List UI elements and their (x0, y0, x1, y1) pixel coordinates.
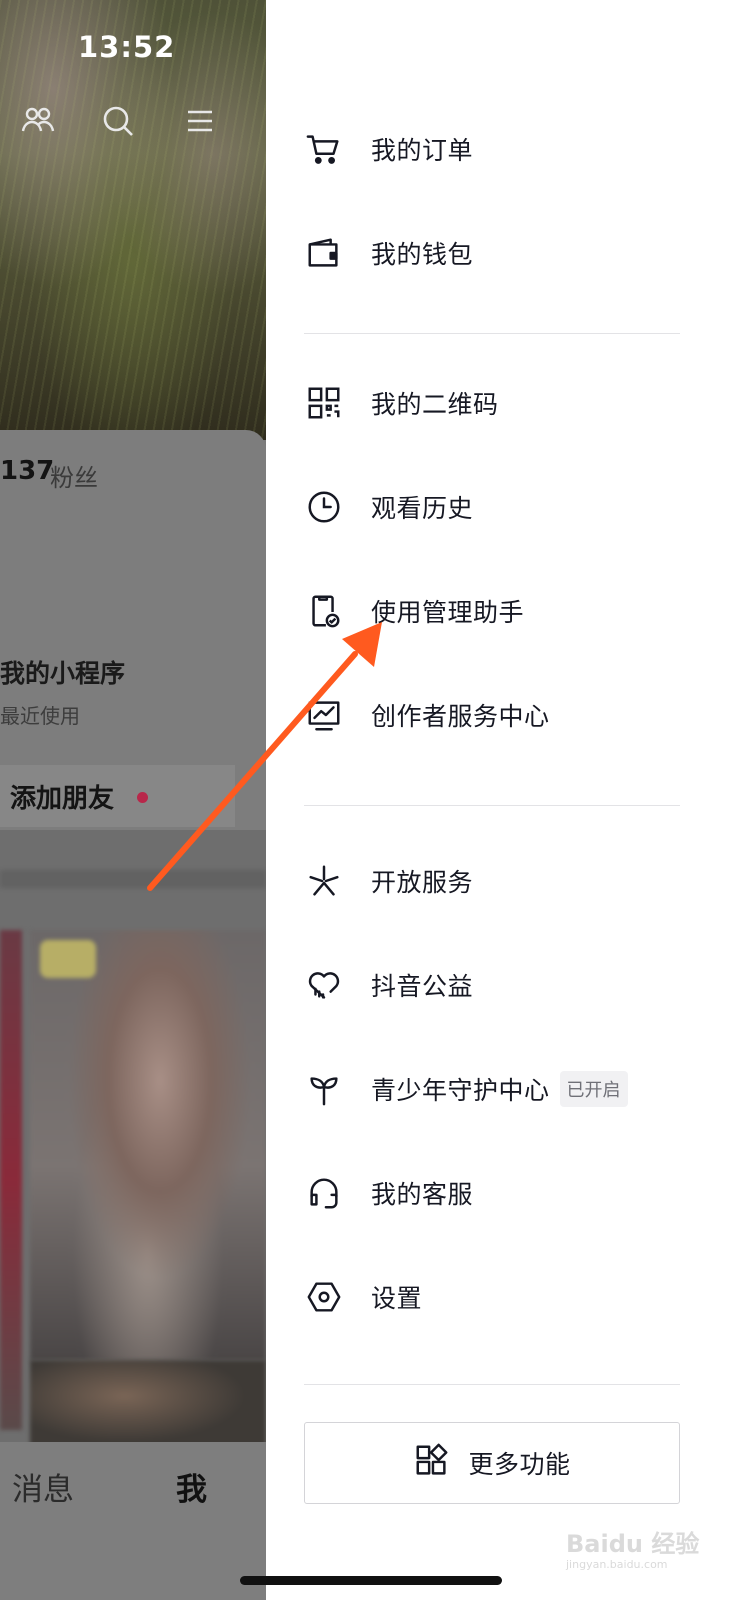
menu-item-wallet[interactable]: 我的钱包 (304, 218, 704, 288)
wallet-icon (304, 233, 344, 273)
friends-icon[interactable] (18, 101, 58, 141)
more-features-button[interactable]: 更多功能 (304, 1422, 680, 1504)
menu-item-label: 使用管理助手 (371, 598, 525, 627)
apps-grid-icon (413, 1442, 451, 1484)
menu-icon[interactable] (180, 101, 220, 141)
menu-item-usage-manager[interactable]: 使用管理助手 (304, 576, 704, 646)
bottom-tab-bar: 消息 我 (0, 1442, 266, 1600)
menu-item-qr-code[interactable]: 我的二维码 (304, 368, 704, 438)
status-bar-time: 13:52 (78, 30, 176, 64)
notification-dot (137, 792, 148, 803)
side-drawer-menu: 我的订单 我的钱包 我的二维码 观看历史 使用管理助手 创作者服务中心 开放服务… (266, 0, 739, 1600)
menu-item-customer-service[interactable]: 我的客服 (304, 1158, 704, 1228)
fans-count: 137 (0, 456, 55, 486)
cart-icon (304, 129, 344, 169)
fans-label: 粉丝 (50, 464, 98, 492)
profile-cover-photo (0, 0, 266, 440)
menu-item-charity[interactable]: 抖音公益 (304, 950, 704, 1020)
charity-heart-icon (304, 965, 344, 1005)
watermark: Baidu 经验 (566, 1530, 700, 1558)
menu-item-open-services[interactable]: 开放服务 (304, 846, 704, 916)
more-features-label: 更多功能 (468, 1450, 571, 1479)
menu-item-watch-history[interactable]: 观看历史 (304, 472, 704, 542)
menu-item-label: 设置 (371, 1284, 423, 1313)
menu-item-label: 青少年守护中心 (371, 1076, 550, 1105)
creator-chart-icon (304, 695, 344, 735)
divider (304, 333, 680, 334)
menu-item-label: 我的二维码 (371, 390, 499, 419)
mini-programs-title[interactable]: 我的小程序 (0, 654, 125, 690)
mini-programs-subtitle: 最近使用 (0, 704, 80, 728)
menu-item-creator-center[interactable]: 创作者服务中心 (304, 680, 704, 750)
divider (304, 1384, 680, 1385)
headset-icon (304, 1173, 344, 1213)
clock-icon (304, 487, 344, 527)
menu-item-label: 我的钱包 (371, 240, 474, 269)
settings-hex-icon (304, 1277, 344, 1317)
menu-item-settings[interactable]: 设置 (304, 1262, 704, 1332)
status-badge: 已开启 (559, 1071, 628, 1107)
add-friend-label: 添加朋友 (10, 784, 115, 814)
open-services-icon (304, 861, 344, 901)
add-friend-button[interactable]: 添加朋友 (0, 765, 235, 827)
home-indicator[interactable] (240, 1576, 502, 1585)
divider (304, 805, 680, 806)
menu-item-label: 创作者服务中心 (371, 702, 550, 731)
background-profile-page[interactable]: 13:52 137 粉丝 我的小程序 最近使用 添加朋友 消息 我 (0, 0, 266, 1600)
menu-item-label: 观看历史 (371, 494, 474, 523)
tab-me[interactable]: 我 (176, 1464, 207, 1509)
sprout-icon (304, 1069, 344, 1109)
video-grid-blurred[interactable] (0, 830, 266, 1442)
qr-code-icon (304, 383, 344, 423)
search-icon[interactable] (98, 101, 138, 141)
menu-item-label: 我的订单 (371, 136, 474, 165)
menu-item-orders[interactable]: 我的订单 (304, 114, 704, 184)
menu-item-label: 抖音公益 (371, 972, 474, 1001)
menu-item-teen-protection[interactable]: 青少年守护中心 已开启 (304, 1054, 704, 1124)
watermark-url: jingyan.baidu.com (566, 1558, 668, 1571)
tab-messages[interactable]: 消息 (12, 1464, 74, 1509)
phone-check-icon (304, 591, 344, 631)
menu-item-label: 开放服务 (371, 868, 474, 897)
menu-item-label: 我的客服 (371, 1180, 474, 1209)
